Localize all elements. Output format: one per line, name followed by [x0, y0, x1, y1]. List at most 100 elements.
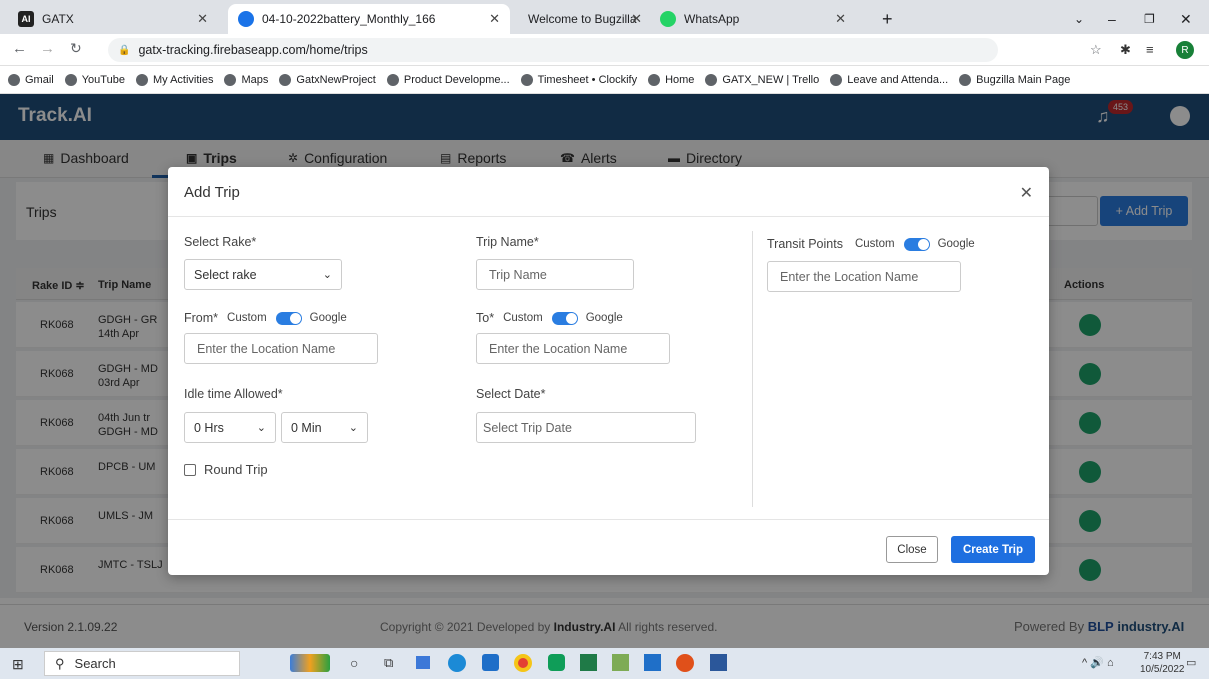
to-location-input[interactable]: Enter the Location Name — [476, 333, 670, 364]
modal-header: Add Trip ✕ — [168, 167, 1049, 217]
store-icon[interactable] — [482, 654, 499, 671]
round-trip-checkbox[interactable] — [184, 463, 196, 476]
bookmark-item[interactable]: Home — [648, 73, 694, 86]
browser-tab-gatx[interactable]: AI GATX ✕ — [8, 4, 218, 34]
round-trip-checkbox-row[interactable]: Round Trip — [184, 462, 268, 477]
close-tab-icon[interactable]: ✕ — [489, 11, 500, 27]
browser-tab-bar: AI GATX ✕ 04-10-2022battery_Monthly_166 … — [0, 0, 1209, 34]
modal-title: Add Trip — [184, 184, 240, 201]
bookmark-item[interactable]: Timesheet • Clockify — [520, 73, 637, 86]
window-close-icon[interactable]: ✕ — [1170, 4, 1202, 34]
tab-favicon-icon — [238, 11, 254, 27]
notifications-icon[interactable]: ▭ — [1186, 656, 1196, 669]
bookmark-icon — [830, 73, 843, 86]
notepad-icon[interactable] — [612, 654, 629, 671]
bookmark-item[interactable]: GatxNewProject — [279, 73, 376, 86]
from-toggle-row: From* Custom Google — [184, 311, 347, 325]
taskbar-pinned-icon[interactable] — [290, 654, 330, 672]
new-tab-button[interactable]: + — [872, 4, 903, 34]
windows-taskbar: ⊞ ⚲ Search ○ ⧉ ^ 🔊 ⌂ 7:43 PM 10/5/2022 ▭ — [0, 648, 1209, 679]
app-green-icon[interactable] — [548, 654, 565, 671]
tab-title: WhatsApp — [684, 12, 740, 26]
to-source-toggle[interactable] — [551, 311, 578, 325]
restore-icon[interactable]: ❐ — [1134, 4, 1165, 34]
bookmark-item[interactable]: My Activities — [135, 73, 213, 86]
close-tab-icon[interactable]: ✕ — [631, 11, 642, 27]
bookmark-icon — [279, 73, 292, 86]
task-view-icon[interactable]: ⧉ — [384, 655, 393, 671]
select-rake-dropdown[interactable]: Select rake ⌄ — [184, 259, 342, 290]
transit-location-input[interactable]: Enter the Location Name — [767, 261, 961, 292]
chrome-icon[interactable] — [514, 654, 532, 672]
windows-start-icon[interactable]: ⊞ — [12, 656, 24, 673]
close-icon[interactable]: ✕ — [1020, 183, 1033, 203]
tab-title: GATX — [42, 12, 74, 26]
bookmark-icon — [386, 73, 399, 86]
bookmark-icon — [648, 73, 661, 86]
close-tab-icon[interactable]: ✕ — [197, 11, 208, 27]
url-input[interactable]: 🔒 gatx-tracking.firebaseapp.com/home/tri… — [108, 38, 998, 62]
bookmark-item[interactable]: Product Developme... — [386, 73, 510, 86]
browser-tab-whatsapp[interactable]: WhatsApp ✕ — [650, 4, 870, 34]
close-tab-icon[interactable]: ✕ — [835, 11, 846, 27]
bookmarks-bar: Gmail YouTube My Activities Maps GatxNewProj… — [0, 66, 1209, 94]
bookmark-icon — [8, 73, 20, 86]
modal-footer-divider — [168, 519, 1049, 520]
bookmark-icon — [705, 73, 718, 86]
tab-title: 04-10-2022battery_Monthly_166 — [262, 12, 436, 26]
system-tray-icons[interactable]: ^ 🔊 ⌂ — [1082, 656, 1114, 669]
cortana-icon[interactable]: ○ — [350, 655, 358, 671]
from-label: From* — [184, 311, 219, 325]
to-label: To* — [476, 311, 495, 325]
bookmark-item[interactable]: YouTube — [64, 73, 125, 86]
to-toggle-row: To* Custom Google — [476, 311, 623, 325]
browser-tab-battery[interactable]: 04-10-2022battery_Monthly_166 ✕ — [228, 4, 510, 34]
idle-hours-dropdown[interactable]: 0 Hrs ⌄ — [184, 412, 276, 443]
trip-name-input[interactable]: Trip Name — [476, 259, 634, 290]
bookmark-item[interactable]: Bugzilla Main Page — [959, 73, 1070, 86]
bookmark-item[interactable]: Gmail — [8, 73, 54, 86]
select-rake-label: Select Rake* — [184, 235, 257, 249]
select-date-label: Select Date* — [476, 387, 546, 401]
bookmark-item[interactable]: Maps — [224, 73, 268, 86]
forward-icon[interactable]: → — [40, 40, 55, 57]
add-trip-modal: Add Trip ✕ Select Rake* Select rake ⌄ Tri… — [168, 167, 1049, 575]
bookmark-icon — [64, 73, 77, 86]
bookmark-icon — [520, 73, 533, 86]
close-button[interactable]: Close — [886, 536, 938, 563]
app-orange-icon[interactable] — [676, 654, 694, 672]
excel-icon[interactable] — [580, 654, 597, 671]
modal-column-divider — [752, 231, 753, 507]
reading-list-icon[interactable]: ≡ — [1146, 42, 1154, 57]
file-explorer-icon[interactable] — [416, 656, 430, 669]
edge-icon[interactable] — [448, 654, 466, 672]
bookmark-icon — [135, 73, 148, 86]
tab-search-icon[interactable]: ⌄ — [1064, 4, 1094, 34]
transit-points-label: Transit Points — [767, 237, 843, 251]
tab-title: Welcome to Bugzilla — [528, 12, 637, 26]
clock[interactable]: 7:43 PM 10/5/2022 — [1140, 650, 1185, 676]
back-icon[interactable]: ← — [12, 40, 27, 57]
taskbar-search[interactable]: ⚲ Search — [44, 651, 240, 676]
bookmark-item[interactable]: GATX_NEW | Trello — [705, 73, 819, 86]
tab-favicon-icon — [660, 11, 676, 27]
from-location-input[interactable]: Enter the Location Name — [184, 333, 378, 364]
transit-points-toggle-row: Transit Points Custom Google — [767, 237, 975, 251]
word-icon[interactable] — [710, 654, 727, 671]
create-trip-button[interactable]: Create Trip — [951, 536, 1035, 563]
profile-avatar[interactable]: R — [1176, 41, 1194, 59]
trip-name-label: Trip Name* — [476, 235, 539, 249]
transit-source-toggle[interactable] — [903, 237, 930, 251]
reload-icon[interactable]: ↻ — [70, 40, 82, 57]
extensions-icon[interactable]: ✱ — [1120, 42, 1131, 58]
lock-icon: 🔒 — [118, 44, 131, 56]
idle-minutes-dropdown[interactable]: 0 Min ⌄ — [281, 412, 368, 443]
minimize-icon[interactable]: – — [1098, 4, 1126, 34]
outlook-icon[interactable] — [644, 654, 661, 671]
chevron-down-icon: ⌄ — [348, 422, 358, 434]
bookmark-star-icon[interactable]: ☆ — [1090, 42, 1102, 58]
browser-tab-bugzilla[interactable]: Welcome to Bugzilla ✕ — [510, 4, 642, 34]
trip-date-input[interactable]: Select Trip Date — [476, 412, 696, 443]
bookmark-item[interactable]: Leave and Attenda... — [830, 73, 948, 86]
from-source-toggle[interactable] — [275, 311, 302, 325]
